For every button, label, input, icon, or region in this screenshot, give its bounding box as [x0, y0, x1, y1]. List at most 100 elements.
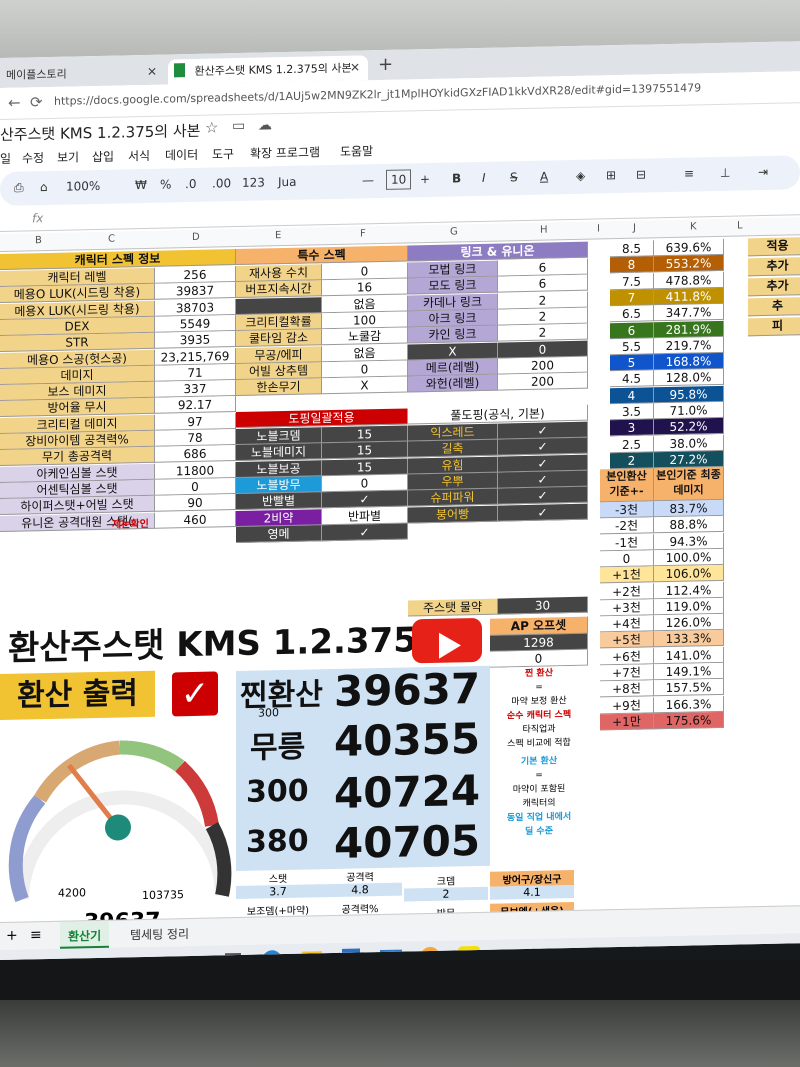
spec-select[interactable]: 노쿨감	[322, 327, 408, 346]
menu-tools[interactable]: 도구	[212, 145, 234, 162]
menu-format[interactable]: 서식	[128, 147, 150, 164]
convert-b[interactable]: 175.6%	[654, 711, 724, 730]
buff-checkbox[interactable]: ✓	[498, 421, 588, 440]
col-header[interactable]: D	[192, 232, 200, 243]
spec-select[interactable]: 0	[322, 360, 408, 379]
ratio-a[interactable]: 7.5	[610, 272, 654, 290]
char-value[interactable]: 97	[155, 412, 236, 431]
sheet-tab-active[interactable]: 환산기	[60, 920, 110, 950]
convert-a[interactable]: +9천	[600, 696, 654, 715]
font-select[interactable]: Jua	[278, 175, 297, 189]
menu-insert[interactable]: 삽입	[92, 148, 114, 165]
ratio-a[interactable]: 2	[610, 452, 654, 470]
col-header[interactable]: C	[108, 234, 115, 245]
link-select[interactable]: 2	[498, 323, 588, 342]
char-value[interactable]: 92.17	[155, 396, 236, 415]
mail-icon[interactable]	[380, 949, 402, 961]
decrease-decimal-button[interactable]: .0	[185, 177, 196, 191]
ratio-b[interactable]: 411.8%	[654, 287, 724, 306]
ratio-a[interactable]: 3.5	[610, 403, 654, 421]
add-sheet-icon[interactable]: +	[6, 928, 18, 944]
ratio-b[interactable]: 95.8%	[654, 385, 724, 403]
buff-checkbox[interactable]: ✓	[498, 470, 588, 489]
italic-button[interactable]: I	[482, 171, 486, 185]
fill-color-icon[interactable]: ◈	[576, 169, 585, 183]
store-icon[interactable]	[342, 948, 360, 961]
convert-b[interactable]: 141.0%	[654, 646, 724, 664]
convert-a[interactable]: +3천	[600, 599, 654, 617]
col-header[interactable]: F	[360, 228, 366, 239]
link-select[interactable]: 200	[498, 356, 588, 375]
convert-a[interactable]: +6천	[600, 647, 654, 666]
text-color-button[interactable]: A	[540, 170, 548, 184]
convert-b[interactable]: 88.8%	[654, 516, 724, 534]
close-tab-icon[interactable]: ✕	[147, 60, 157, 85]
ratio-a[interactable]: 2.5	[610, 435, 654, 453]
convert-b[interactable]: 157.5%	[654, 679, 724, 697]
buff-checkbox[interactable]: ✓	[498, 503, 588, 522]
spec-select[interactable]: 없음	[322, 343, 408, 362]
convert-b[interactable]: 106.0%	[654, 565, 724, 583]
font-size-input[interactable]: 10	[386, 169, 412, 190]
ratio-b[interactable]: 168.8%	[654, 352, 724, 371]
convert-b[interactable]: 100.0%	[654, 548, 724, 567]
jjin-sub-select[interactable]: 300	[258, 706, 279, 719]
convert-a[interactable]: -3천	[600, 501, 654, 519]
char-value[interactable]: 686	[155, 445, 236, 464]
convert-b[interactable]: 119.0%	[654, 597, 724, 616]
doping-value[interactable]: ✓	[322, 490, 408, 509]
print-icon[interactable]: ⎙	[14, 181, 24, 196]
doping-value[interactable]: 15	[322, 458, 408, 476]
zoom-select[interactable]: 100%	[66, 179, 100, 194]
char-value[interactable]: 460	[155, 510, 236, 529]
ratio-a[interactable]: 8.5	[610, 240, 654, 258]
char-value[interactable]: 337	[155, 380, 236, 398]
convert-a[interactable]: +5천	[600, 631, 654, 649]
output-checkbox[interactable]: ✓	[172, 671, 218, 717]
convert-b[interactable]: 112.4%	[654, 581, 724, 599]
spec-select[interactable]: X	[322, 376, 408, 395]
doping-value[interactable]: ✓	[322, 523, 408, 542]
star-icon[interactable]: ☆	[205, 118, 218, 136]
convert-b[interactable]: 149.1%	[654, 662, 724, 681]
menu-edit[interactable]: 수정	[22, 149, 44, 166]
spec-select[interactable]: 100	[322, 311, 408, 330]
ratio-b[interactable]: 219.7%	[654, 336, 724, 355]
convert-b[interactable]: 126.0%	[654, 613, 724, 632]
convert-a[interactable]: +7천	[600, 664, 654, 682]
char-value[interactable]: 78	[155, 429, 236, 447]
close-tab-icon[interactable]: ✕	[350, 55, 360, 80]
spec-select[interactable]: 16	[322, 278, 408, 297]
col-header[interactable]: E	[275, 230, 281, 241]
ratio-b[interactable]: 27.2%	[654, 450, 724, 469]
col-header[interactable]: B	[35, 235, 42, 246]
ratio-b[interactable]: 71.0%	[654, 401, 724, 420]
ratio-a[interactable]: 7	[610, 289, 654, 307]
menu-data[interactable]: 데이터	[165, 146, 198, 164]
link-select[interactable]: 6	[498, 274, 588, 293]
convert-a[interactable]: 0	[600, 550, 654, 568]
convert-a[interactable]: +8천	[600, 680, 654, 698]
folder-icon[interactable]: ▭	[232, 118, 245, 134]
task-view-icon[interactable]	[225, 952, 241, 961]
merge-icon[interactable]: ⊟	[636, 167, 646, 181]
convert-a[interactable]: +1만	[600, 713, 654, 731]
doping-value[interactable]: 반파별	[322, 506, 408, 525]
youtube-icon[interactable]	[412, 617, 482, 664]
convert-b[interactable]: 133.3%	[654, 630, 724, 648]
col-header[interactable]: I	[597, 223, 600, 234]
doping-value[interactable]: 15	[322, 441, 408, 460]
convert-a[interactable]: +4천	[600, 615, 654, 633]
convert-a[interactable]: +1천	[600, 566, 654, 584]
col-header[interactable]: H	[540, 225, 548, 236]
char-value[interactable]: 11800	[155, 461, 236, 480]
font-size-increase-icon[interactable]: +	[420, 172, 430, 186]
align-icon[interactable]: ≡	[684, 166, 694, 180]
menu-view[interactable]: 보기	[57, 148, 79, 165]
ratio-b[interactable]: 38.0%	[654, 434, 724, 452]
ratio-a[interactable]: 5.5	[610, 338, 654, 356]
char-value[interactable]: 71	[155, 363, 236, 382]
maple-icon[interactable]	[420, 946, 440, 961]
convert-b[interactable]: 83.7%	[654, 499, 724, 518]
percent-button[interactable]: %	[160, 177, 171, 191]
